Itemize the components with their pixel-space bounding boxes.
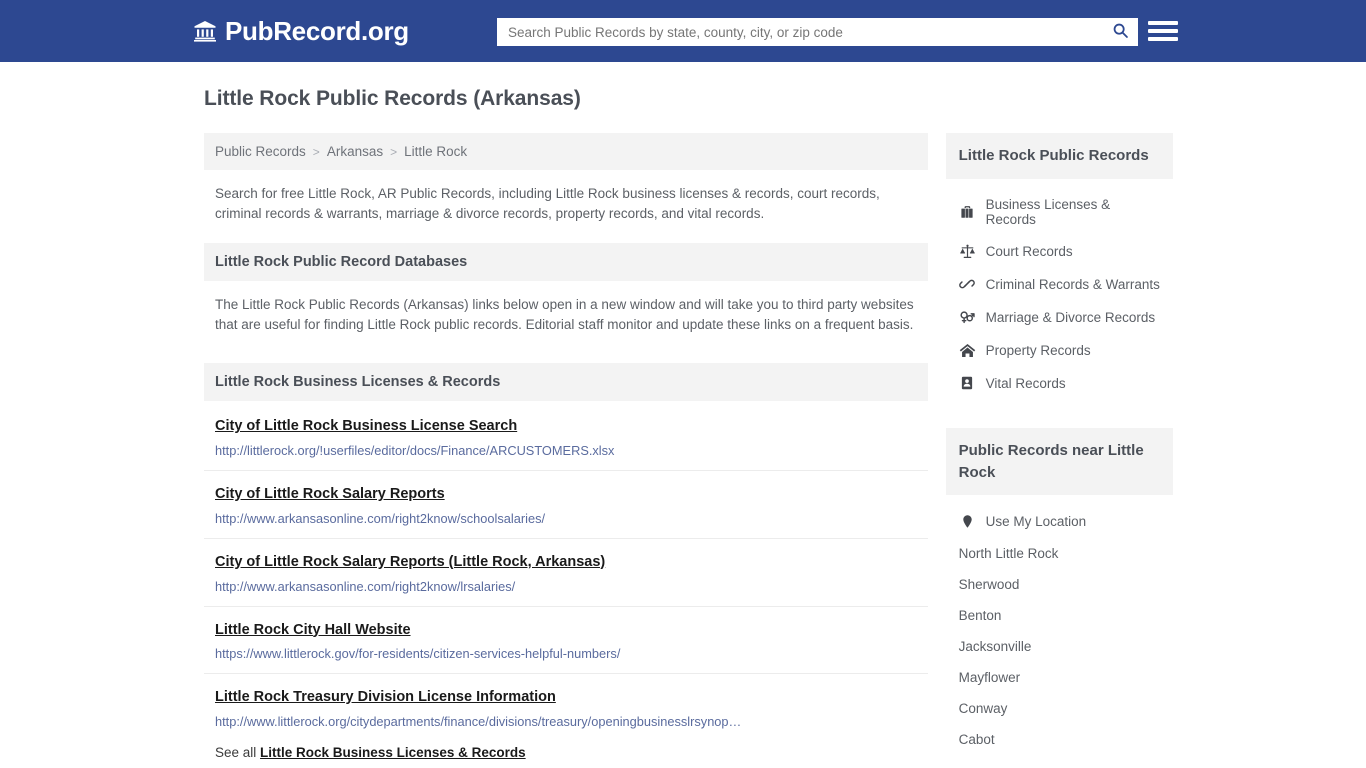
home-icon (959, 342, 976, 359)
sidebar-item-use-my-location[interactable]: Use My Location (946, 505, 1173, 538)
sidebar-item-label: Criminal Records & Warrants (985, 276, 1160, 292)
sidebar-item-court-records[interactable]: Court Records (946, 235, 1173, 268)
list-item: City of Little Rock Business License Sea… (204, 401, 928, 470)
breadcrumb-item-1[interactable]: Arkansas (327, 144, 383, 159)
list-item: Little Rock City Hall Website https://ww… (204, 605, 928, 674)
license-link-list: City of Little Rock Business License Sea… (204, 401, 928, 741)
see-all-row: See all Little Rock Business Licenses & … (204, 741, 928, 768)
balance-scale-icon (959, 243, 976, 260)
sidebar-item-label: Vital Records (985, 375, 1066, 391)
sidebar-item-marriage-divorce[interactable]: Marriage & Divorce Records (946, 301, 1173, 334)
record-link-url[interactable]: http://www.arkansasonline.com/right2know… (215, 579, 815, 594)
breadcrumb-separator-1: > (390, 144, 398, 159)
breadcrumb-item-2: Little Rock (404, 144, 468, 159)
content-columns: Public Records > Arkansas > Little Rock … (193, 133, 1173, 768)
sidebar-item-label: Mayflower (958, 670, 1021, 686)
sidebar-item-north-little-rock[interactable]: North Little Rock (946, 538, 1173, 569)
sidebar-item-conway[interactable]: Conway (946, 693, 1173, 724)
record-link-url[interactable]: http://littlerock.org/!userfiles/editor/… (215, 443, 815, 458)
page-container: Little Rock Public Records (Arkansas) Pu… (193, 62, 1173, 768)
search-icon (1112, 22, 1129, 42)
sidebar-item-criminal-records[interactable]: Criminal Records & Warrants (946, 268, 1173, 301)
sidebar-records-list: Business Licenses & Records Court Record… (946, 179, 1173, 406)
list-item: City of Little Rock Salary Reports (Litt… (204, 537, 928, 606)
id-card-icon (959, 375, 976, 392)
record-link-title[interactable]: City of Little Rock Salary Reports (Litt… (215, 553, 605, 572)
sidebar-item-label: Benton (958, 608, 1002, 624)
record-link-url[interactable]: http://www.arkansasonline.com/right2know… (215, 511, 815, 526)
search-bar (497, 18, 1138, 46)
list-item: Little Rock Treasury Division License In… (204, 673, 928, 741)
search-input[interactable] (498, 19, 1103, 45)
record-link-title[interactable]: Little Rock City Hall Website (215, 621, 411, 640)
see-all-prefix: See all (215, 745, 257, 761)
sidebar-item-label: Sherwood (958, 577, 1020, 593)
sidebar-item-vital-records[interactable]: Vital Records (946, 367, 1173, 400)
sidebar-item-jacksonville[interactable]: Jacksonville (946, 631, 1173, 662)
map-pin-icon (959, 513, 976, 530)
list-item: City of Little Rock Salary Reports http:… (204, 469, 928, 538)
record-link-url[interactable]: https://www.littlerock.gov/for-residents… (215, 646, 815, 661)
record-link-title[interactable]: Little Rock Treasury Division License In… (215, 688, 556, 707)
licenses-section-heading: Little Rock Business Licenses & Records (204, 363, 928, 401)
sidebar-item-label: Conway (958, 701, 1008, 717)
hamburger-menu-icon[interactable] (1148, 16, 1178, 46)
sidebar-item-label: Cabot (958, 732, 995, 748)
sidebar-nearby-block: Public Records near Little Rock Use My L… (945, 427, 1173, 762)
databases-section-heading: Little Rock Public Record Databases (204, 242, 928, 281)
menu-bar-1 (1148, 21, 1178, 25)
venus-mars-icon (959, 309, 976, 326)
site-header: PubRecord.org (0, 0, 1366, 62)
briefcase-icon (959, 203, 976, 220)
site-logo[interactable]: PubRecord.org (193, 18, 409, 44)
sidebar-item-label: Property Records (985, 342, 1091, 358)
sidebar-item-label: Use My Location (985, 514, 1087, 530)
site-logo-text: PubRecord.org (225, 16, 409, 46)
sidebar-item-cabot[interactable]: Cabot (946, 724, 1173, 755)
sidebar-item-benton[interactable]: Benton (946, 600, 1173, 631)
databases-section-body: The Little Rock Public Records (Arkansas… (215, 296, 914, 332)
sidebar-nearby-list: Use My Location North Little Rock Sherwo… (946, 495, 1173, 761)
sidebar-item-label: North Little Rock (958, 546, 1059, 562)
sidebar-item-business-licenses[interactable]: Business Licenses & Records (946, 189, 1173, 235)
search-button[interactable] (1103, 19, 1137, 45)
sidebar-item-label: Court Records (985, 243, 1073, 259)
sidebar-item-mayflower[interactable]: Mayflower (946, 662, 1173, 693)
page-title: Little Rock Public Records (Arkansas) (204, 87, 581, 110)
sidebar-item-label: Marriage & Divorce Records (985, 309, 1156, 325)
sidebar-item-sherwood[interactable]: Sherwood (946, 569, 1173, 600)
bank-building-icon (193, 19, 217, 43)
breadcrumb-separator-0: > (312, 144, 320, 159)
handcuffs-icon (959, 276, 976, 293)
menu-bar-2 (1148, 29, 1178, 33)
record-link-title[interactable]: City of Little Rock Salary Reports (215, 485, 445, 504)
sidebar-nearby-heading: Public Records near Little Rock (945, 427, 1173, 496)
sidebar-records-heading: Little Rock Public Records (945, 133, 1173, 179)
record-link-title[interactable]: City of Little Rock Business License Sea… (215, 417, 517, 436)
menu-bar-3 (1148, 37, 1178, 41)
see-all-link[interactable]: Little Rock Business Licenses & Records (260, 745, 526, 760)
sidebar: Little Rock Public Records Business Lice… (945, 133, 1173, 762)
page-intro-text: Search for free Little Rock, AR Public R… (215, 186, 880, 222)
breadcrumb: Public Records > Arkansas > Little Rock (204, 133, 928, 170)
record-link-url[interactable]: http://www.littlerock.org/citydepartment… (215, 714, 815, 729)
main-column: Public Records > Arkansas > Little Rock … (204, 133, 928, 768)
sidebar-item-label: Jacksonville (958, 639, 1032, 655)
sidebar-item-property-records[interactable]: Property Records (946, 334, 1173, 367)
breadcrumb-item-0[interactable]: Public Records (215, 144, 306, 159)
sidebar-item-label: Business Licenses & Records (985, 196, 1111, 227)
